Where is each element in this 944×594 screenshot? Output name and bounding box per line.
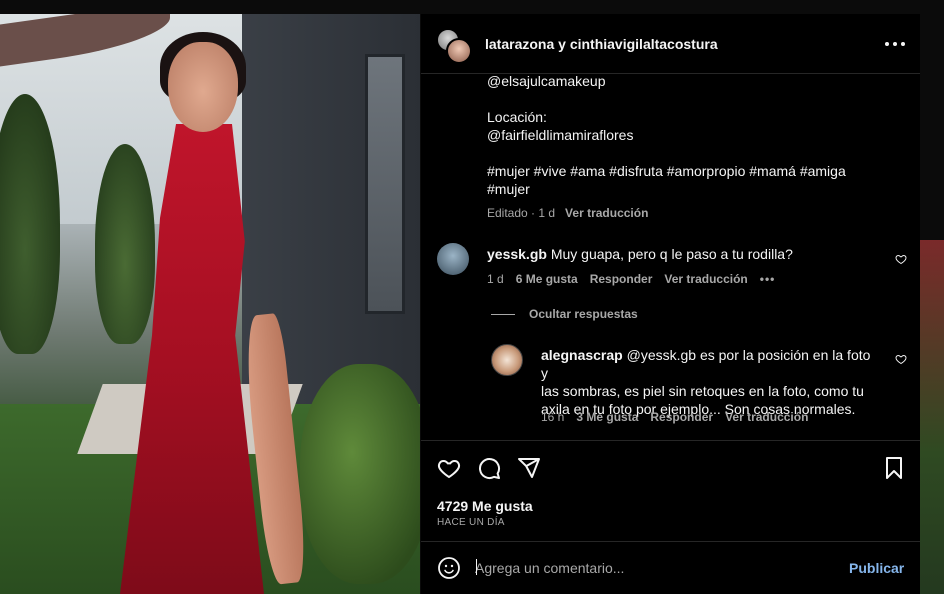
post-author-names[interactable]: latarazona y cinthiavigilaltacostura [485, 36, 718, 52]
emoji-icon[interactable] [437, 556, 461, 580]
comment-likes[interactable]: 6 Me gusta [516, 272, 578, 286]
caption-meta: Editado · 1 d Ver traducción [487, 204, 897, 222]
hide-replies-label[interactable]: Ocultar respuestas [529, 307, 638, 321]
reply-likes[interactable]: 3 Me gusta [576, 410, 638, 424]
hide-replies-toggle[interactable]: Ocultar respuestas [491, 307, 638, 321]
caption-line [487, 90, 897, 108]
comment-body: yessk.gb Muy guapa, pero q le paso a tu … [487, 245, 877, 263]
comment-options-icon[interactable]: ••• [760, 272, 776, 286]
comment-input[interactable] [475, 556, 835, 580]
photo-face [168, 42, 238, 132]
publish-button[interactable]: Publicar [849, 560, 904, 576]
more-horizontal-icon[interactable] [883, 32, 907, 56]
post-timestamp[interactable]: HACE UN DÍA [437, 517, 505, 528]
caption-line[interactable]: @elsajulcamakeup [487, 75, 897, 90]
text-caret [476, 559, 477, 575]
post-caption: @elsajulcamakeup Locación: @fairfieldlim… [487, 75, 897, 222]
bookmark-icon[interactable] [882, 456, 906, 480]
comment-composer: Publicar [421, 541, 920, 594]
avatar[interactable] [491, 344, 523, 376]
caption-line [487, 144, 897, 162]
comment-meta: 1 d 6 Me gusta Responder Ver traducción … [487, 272, 775, 286]
next-post-edge [920, 240, 944, 594]
reply-button[interactable]: Responder [590, 272, 653, 286]
post-photo[interactable] [0, 14, 420, 594]
comment-username[interactable]: yessk.gb [487, 246, 547, 262]
heart-icon[interactable] [895, 253, 907, 265]
reply-button[interactable]: Responder [650, 410, 713, 424]
reply-body: alegnascrap @yessk.gb es por la posición… [541, 346, 881, 418]
post-actions [421, 452, 920, 492]
collab-avatars[interactable] [436, 28, 472, 64]
likes-count[interactable]: 4729 Me gusta [437, 498, 533, 514]
heart-icon[interactable] [895, 353, 907, 365]
caption-line[interactable]: @fairfieldlimamiraflores [487, 126, 897, 144]
comment-icon[interactable] [477, 456, 501, 480]
reply-text-line: las sombras, es piel sin retoques en la … [541, 383, 864, 399]
caption-line[interactable]: #mujer [487, 180, 897, 198]
caption-edited: Editado · 1 d [487, 206, 556, 220]
reply-meta: 16 h 3 Me gusta Responder Ver traducción [541, 410, 808, 424]
post-header: latarazona y cinthiavigilaltacostura [421, 14, 920, 74]
caption-translate-link[interactable]: Ver traducción [565, 204, 648, 222]
photo-tree [95, 144, 155, 344]
comment-text: Muy guapa, pero q le paso a tu rodilla? [550, 246, 793, 262]
comments-scroll-area[interactable]: @elsajulcamakeup Locación: @fairfieldlim… [421, 75, 920, 441]
comment-time[interactable]: 1 d [487, 272, 504, 286]
avatar[interactable] [437, 243, 469, 275]
translate-link[interactable]: Ver traducción [725, 410, 808, 424]
photo-window [365, 54, 405, 314]
reply-time[interactable]: 16 h [541, 410, 564, 424]
share-icon[interactable] [517, 456, 541, 480]
avatar[interactable] [446, 38, 472, 64]
translate-link[interactable]: Ver traducción [664, 272, 747, 286]
post-details-panel: latarazona y cinthiavigilaltacostura @el… [421, 14, 920, 594]
caption-line: Locación: [487, 109, 547, 125]
caption-line[interactable]: #mujer #vive #ama #disfruta #amorpropio … [487, 162, 897, 180]
reply-username[interactable]: alegnascrap [541, 347, 623, 363]
photo-bush [300, 364, 420, 584]
heart-icon[interactable] [437, 456, 461, 480]
